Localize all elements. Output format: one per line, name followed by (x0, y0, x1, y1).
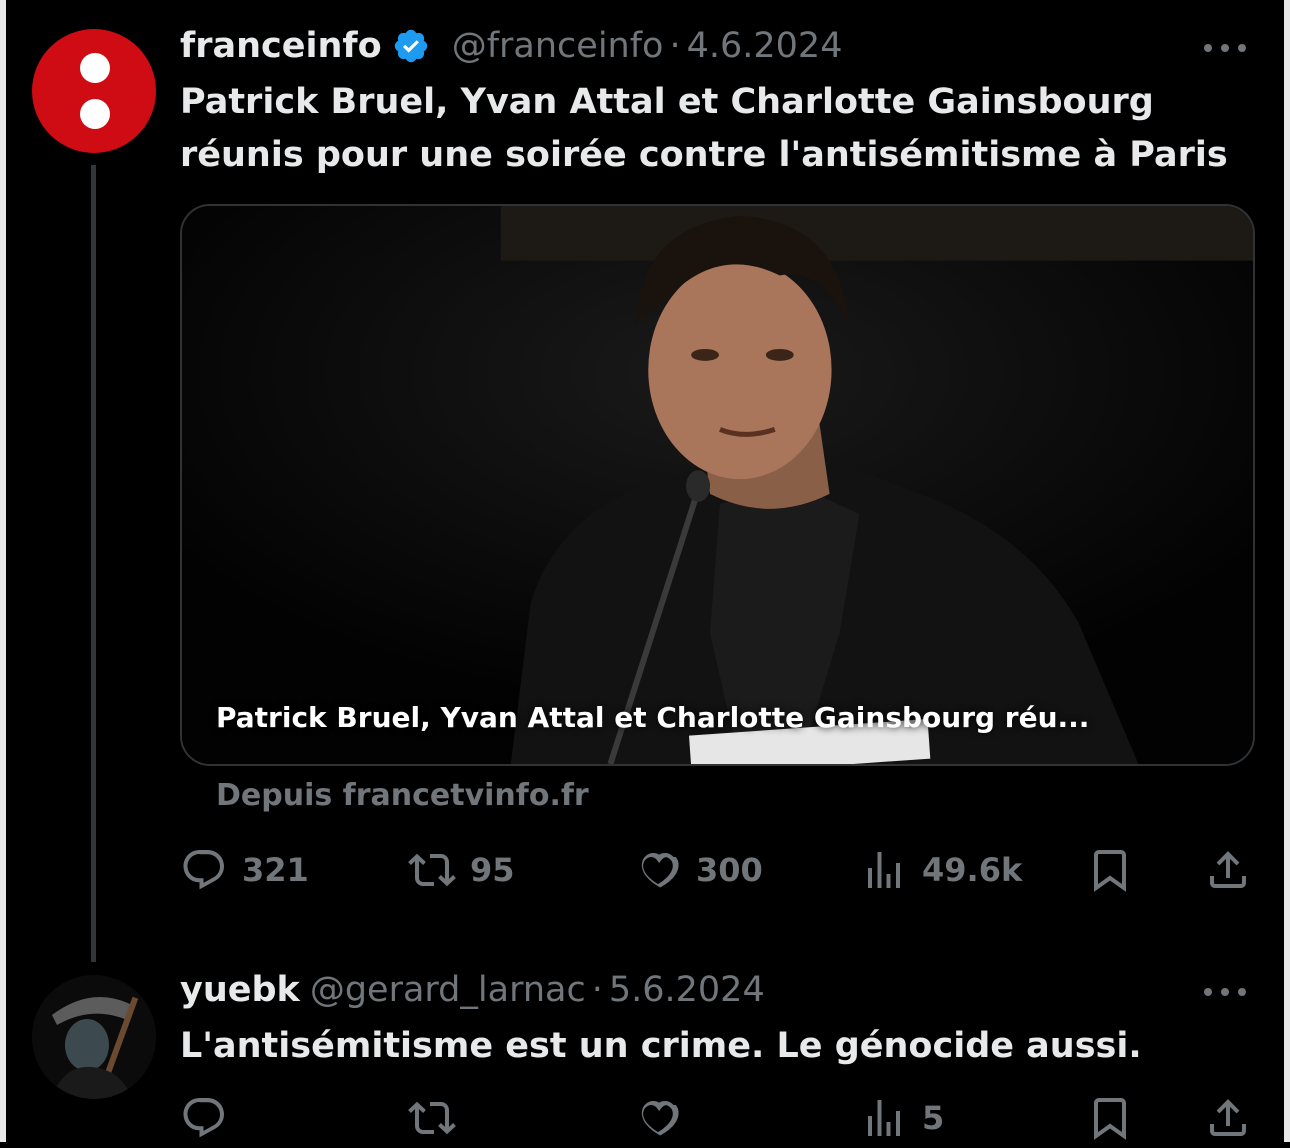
reply-icon (183, 850, 224, 890)
views-count: 49.6k (922, 851, 1023, 889)
reply-like-button[interactable] (634, 1088, 682, 1148)
reply-more-icon[interactable] (1204, 982, 1246, 1002)
like-count: 300 (696, 851, 763, 889)
reply-button[interactable]: 321 (180, 840, 309, 900)
avatar-photo (32, 975, 156, 1099)
reply-reply-button[interactable] (180, 1088, 228, 1148)
post-date[interactable]: 4.6.2024 (687, 21, 843, 71)
author-name[interactable]: franceinfo (180, 21, 382, 71)
views-icon (868, 1100, 900, 1136)
repost-button[interactable]: 95 (408, 840, 515, 900)
reply-repost-button[interactable] (408, 1088, 456, 1148)
logo-dot-bottom (80, 99, 110, 129)
reply-views-count: 5 (922, 1099, 945, 1137)
reply-bookmark-button[interactable] (1086, 1088, 1134, 1148)
screenshot-frame-right (1284, 0, 1290, 1142)
card-source[interactable]: Depuis francetvinfo.fr (216, 778, 589, 813)
card-caption[interactable]: Patrick Bruel, Yvan Attal et Charlotte G… (216, 701, 1089, 734)
reply-icon (183, 1098, 224, 1138)
views-button[interactable]: 49.6k (860, 840, 1022, 900)
screenshot-frame-left (0, 0, 6, 1142)
share-icon (1210, 1099, 1246, 1136)
reply-date[interactable]: 5.6.2024 (609, 965, 765, 1015)
reply-header: yuebk @gerard_larnac · 5.6.2024 (180, 965, 765, 1015)
views-icon (868, 852, 900, 888)
logo-dot-top (80, 53, 110, 83)
article-photo (182, 206, 1253, 764)
bookmark-icon (1094, 1098, 1126, 1140)
like-icon (641, 852, 679, 888)
reply-author-handle[interactable]: @gerard_larnac (310, 965, 586, 1015)
repost-icon (408, 853, 456, 887)
reply-share-button[interactable] (1204, 1088, 1252, 1148)
reply-author-name[interactable]: yuebk (180, 965, 300, 1015)
franceinfo-avatar[interactable] (32, 29, 156, 153)
reply-count: 321 (242, 851, 309, 889)
like-icon (641, 1100, 679, 1136)
repost-icon (408, 1101, 456, 1135)
tweet-text-line-1: Patrick Bruel, Yvan Attal et Charlotte G… (180, 82, 1154, 122)
tweet-text: Patrick Bruel, Yvan Attal et Charlotte G… (180, 76, 1270, 182)
bookmark-button[interactable] (1086, 840, 1134, 900)
share-button[interactable] (1204, 840, 1252, 900)
author-handle[interactable]: @franceinfo (452, 21, 664, 71)
reply-header-separator: · (591, 970, 603, 1010)
reply-views-button[interactable]: 5 (860, 1088, 944, 1148)
tweet-text-line-2: réunis pour une soirée contre l'antisémi… (180, 135, 1228, 175)
yuebk-avatar[interactable] (32, 975, 156, 1099)
more-icon[interactable] (1204, 38, 1246, 58)
bookmark-icon (1094, 850, 1126, 892)
thread-connector-line (91, 165, 96, 962)
verified-badge-icon (394, 29, 427, 63)
header-separator: · (669, 26, 681, 66)
like-button[interactable]: 300 (634, 840, 763, 900)
repost-count: 95 (470, 851, 515, 889)
link-preview-card[interactable]: Patrick Bruel, Yvan Attal et Charlotte G… (180, 204, 1255, 766)
share-icon (1210, 851, 1246, 888)
reply-text: L'antisémitisme est un crime. Le génocid… (180, 1026, 1142, 1066)
tweet-header: franceinfo @franceinfo · 4.6.2024 (180, 21, 842, 71)
